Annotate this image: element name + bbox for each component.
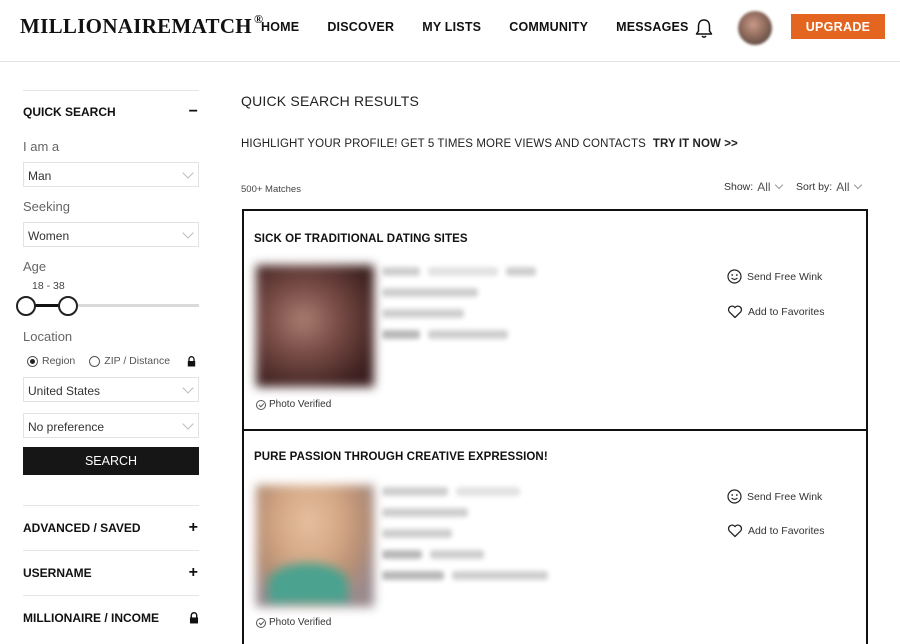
send-wink-label: Send Free Wink bbox=[747, 490, 823, 503]
bell-icon[interactable] bbox=[694, 18, 714, 40]
photo-verified-badge: Photo Verified bbox=[256, 617, 331, 628]
region-radio-label: Region bbox=[42, 355, 76, 367]
quick-search-title: QUICK SEARCH bbox=[23, 105, 116, 119]
profile-photo[interactable] bbox=[256, 485, 374, 607]
blur-row bbox=[382, 267, 536, 288]
location-mode: Region ZIP / Distance bbox=[23, 354, 199, 368]
chevron-down-icon bbox=[774, 180, 783, 190]
username-title: USERNAME bbox=[23, 566, 92, 580]
photo-verified-badge: Photo Verified bbox=[256, 399, 331, 410]
search-button[interactable]: SEARCH bbox=[23, 447, 199, 475]
age-range-text: 18 - 38 bbox=[32, 280, 65, 292]
send-wink-label: Send Free Wink bbox=[747, 270, 823, 283]
nav-home[interactable]: HOME bbox=[261, 20, 299, 34]
profile-headline[interactable]: PURE PASSION THROUGH CREATIVE EXPRESSION… bbox=[254, 451, 548, 463]
age-label: Age bbox=[23, 259, 47, 274]
photo-verified-text: Photo Verified bbox=[269, 617, 332, 628]
millionaire-income-toggle[interactable]: MILLIONAIRE / INCOME bbox=[23, 596, 199, 640]
avatar[interactable] bbox=[738, 11, 772, 45]
match-count: 500+ Matches bbox=[241, 184, 301, 195]
profile-details-blurred bbox=[382, 267, 536, 351]
location-label: Location bbox=[23, 329, 73, 344]
profile-photo[interactable] bbox=[256, 265, 374, 387]
show-value: All bbox=[757, 180, 771, 194]
nav-my-lists[interactable]: MY LISTS bbox=[422, 20, 481, 34]
smile-icon bbox=[727, 489, 742, 504]
chevron-down-icon bbox=[182, 167, 194, 179]
nav-discover[interactable]: DISCOVER bbox=[327, 20, 394, 34]
lock-icon bbox=[189, 612, 199, 624]
advanced-saved-toggle[interactable]: ADVANCED / SAVED + bbox=[23, 506, 199, 550]
blur-row bbox=[382, 550, 548, 571]
i-am-a-select[interactable]: Man bbox=[23, 162, 199, 187]
quick-search-toggle[interactable]: QUICK SEARCH − bbox=[23, 91, 199, 133]
lock-icon bbox=[187, 355, 196, 366]
nav-messages[interactable]: MESSAGES bbox=[616, 20, 688, 34]
search-sidebar: QUICK SEARCH − I am a Man Seeking Women … bbox=[16, 90, 199, 640]
send-wink-button[interactable]: Send Free Wink bbox=[727, 489, 822, 504]
heart-icon bbox=[727, 524, 743, 538]
show-label: Show: bbox=[724, 181, 754, 193]
zip-radio-label: ZIP / Distance bbox=[104, 355, 171, 367]
seeking-label: Seeking bbox=[23, 199, 70, 214]
zip-radio[interactable] bbox=[89, 355, 101, 367]
age-min-handle[interactable] bbox=[16, 296, 36, 316]
nav-community[interactable]: COMMUNITY bbox=[509, 20, 588, 34]
add-favorites-label: Add to Favorites bbox=[748, 305, 825, 318]
collapse-icon: − bbox=[188, 103, 198, 120]
chevron-down-icon bbox=[182, 227, 194, 239]
expand-icon: + bbox=[188, 519, 198, 536]
blur-row bbox=[382, 487, 548, 508]
upgrade-button[interactable]: UPGRADE bbox=[791, 14, 885, 39]
region-preference-select[interactable]: No preference bbox=[23, 413, 199, 438]
sort-filter[interactable]: Sort by: All bbox=[796, 180, 862, 194]
blur-row bbox=[382, 571, 548, 592]
try-it-now-link[interactable]: TRY IT NOW >> bbox=[653, 138, 738, 150]
chevron-down-icon bbox=[182, 418, 194, 430]
smile-icon bbox=[727, 269, 742, 284]
chevron-down-icon bbox=[853, 180, 862, 190]
add-favorites-button[interactable]: Add to Favorites bbox=[727, 523, 824, 538]
profile-card[interactable]: SICK OF TRADITIONAL DATING SITES Photo V… bbox=[242, 209, 868, 431]
top-header: MILLIONAIREMATCH ® HOME DISCOVER MY LISTS… bbox=[0, 0, 900, 62]
logo-text: MILLIONAIREMATCH bbox=[20, 14, 252, 38]
show-filter[interactable]: Show: All bbox=[724, 180, 783, 194]
add-favorites-button[interactable]: Add to Favorites bbox=[727, 304, 824, 319]
add-favorites-label: Add to Favorites bbox=[748, 524, 825, 537]
region-preference-value: No preference bbox=[28, 420, 105, 434]
country-value: United States bbox=[28, 384, 101, 398]
send-wink-button[interactable]: Send Free Wink bbox=[727, 269, 822, 284]
main-nav: HOME DISCOVER MY LISTS COMMUNITY MESSAGE… bbox=[261, 20, 717, 34]
site-logo[interactable]: MILLIONAIREMATCH ® bbox=[20, 12, 263, 39]
promo-text: HIGHLIGHT YOUR PROFILE! GET 5 TIMES MORE… bbox=[241, 138, 646, 150]
i-am-a-label: I am a bbox=[23, 139, 60, 154]
age-slider[interactable] bbox=[16, 294, 199, 316]
sort-label: Sort by: bbox=[796, 181, 833, 193]
photo-verified-text: Photo Verified bbox=[269, 399, 332, 410]
page-title: QUICK SEARCH RESULTS bbox=[241, 93, 419, 109]
advanced-saved-title: ADVANCED / SAVED bbox=[23, 521, 141, 535]
seeking-select[interactable]: Women bbox=[23, 222, 199, 247]
heart-icon bbox=[727, 305, 743, 319]
country-select[interactable]: United States bbox=[23, 377, 199, 402]
age-max-handle[interactable] bbox=[58, 296, 78, 316]
username-toggle[interactable]: USERNAME + bbox=[23, 551, 199, 595]
i-am-a-value: Man bbox=[28, 169, 52, 183]
seeking-value: Women bbox=[28, 229, 70, 243]
millionaire-income-title: MILLIONAIRE / INCOME bbox=[23, 611, 159, 625]
expand-icon: + bbox=[188, 564, 198, 581]
promo-banner: HIGHLIGHT YOUR PROFILE! GET 5 TIMES MORE… bbox=[241, 138, 738, 150]
profile-headline[interactable]: SICK OF TRADITIONAL DATING SITES bbox=[254, 233, 468, 245]
chevron-down-icon bbox=[182, 382, 194, 394]
check-circle-icon bbox=[256, 399, 266, 410]
sort-value: All bbox=[836, 180, 850, 194]
profile-card[interactable]: PURE PASSION THROUGH CREATIVE EXPRESSION… bbox=[242, 429, 868, 644]
check-circle-icon bbox=[256, 617, 266, 628]
blur-row bbox=[382, 330, 536, 351]
profile-details-blurred bbox=[382, 487, 548, 592]
region-radio[interactable] bbox=[27, 355, 38, 367]
